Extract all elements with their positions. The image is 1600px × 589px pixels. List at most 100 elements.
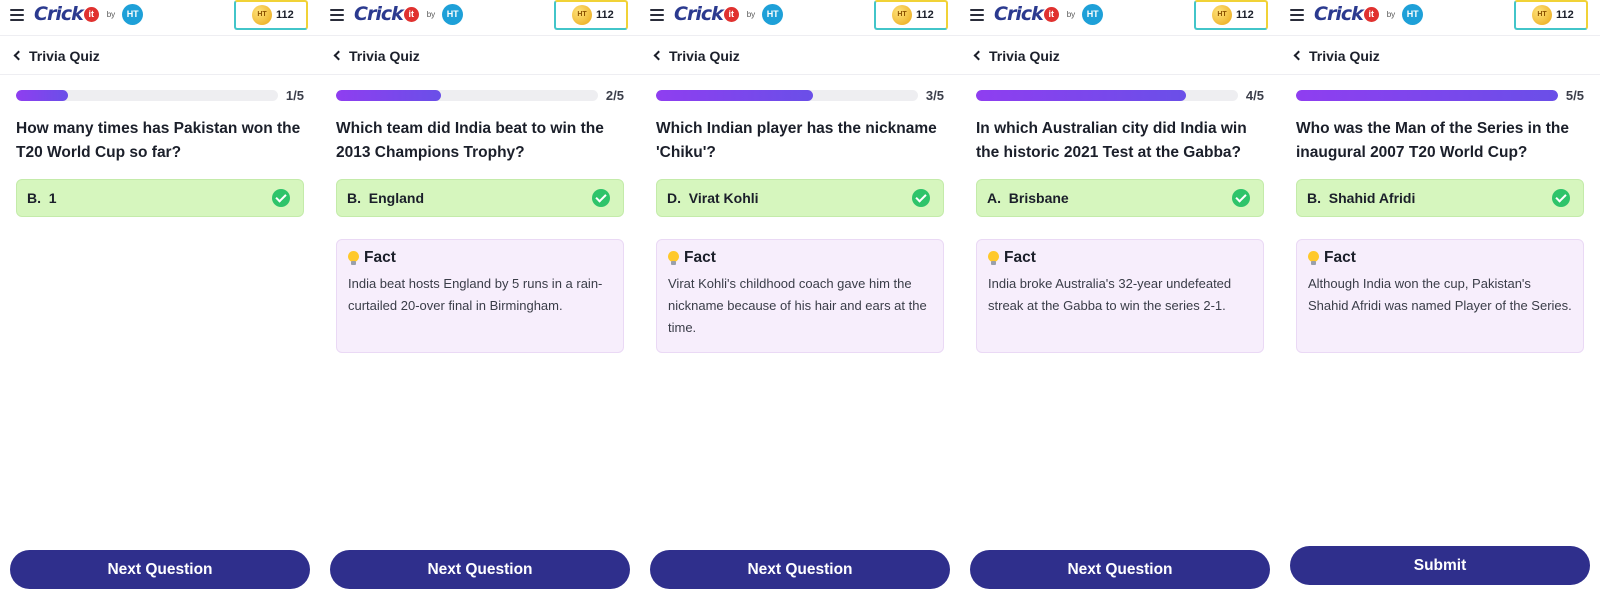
answer-letter: B. xyxy=(27,190,41,206)
primary-action-button[interactable]: Submit xyxy=(1290,546,1590,585)
answer-label: 1 xyxy=(48,190,57,206)
logo-by-label: by xyxy=(1386,9,1396,19)
answer-letter: B. xyxy=(1307,190,1321,206)
answer-text: B. Shahid Afridi xyxy=(1307,190,1415,206)
quiz-progress: 2/5 xyxy=(336,88,624,103)
hamburger-menu-icon[interactable] xyxy=(1290,9,1304,21)
progress-count: 2/5 xyxy=(605,88,624,103)
primary-action-button[interactable]: Next Question xyxy=(330,550,630,589)
answer-letter: D. xyxy=(667,190,681,206)
app-logo[interactable]: Crick it by HT xyxy=(1314,3,1424,25)
coin-icon: HT xyxy=(1212,5,1232,25)
logo-text: Crick xyxy=(354,3,404,25)
check-circle-icon xyxy=(1552,189,1570,207)
primary-action-button[interactable]: Next Question xyxy=(970,550,1270,589)
app-logo[interactable]: Crick it by HT xyxy=(994,3,1104,25)
progress-track xyxy=(336,90,598,101)
selected-answer[interactable]: B. Shahid Afridi xyxy=(1296,179,1584,217)
progress-fill xyxy=(336,90,441,101)
lightbulb-icon xyxy=(988,251,999,265)
answer-text: B. 1 xyxy=(27,190,57,206)
back-chevron-icon[interactable] xyxy=(333,50,344,61)
page-header: Trivia Quiz xyxy=(640,37,960,75)
selected-answer[interactable]: B. England xyxy=(336,179,624,217)
answer-label: Virat Kohli xyxy=(688,190,759,206)
ht-logo-icon: HT xyxy=(1402,3,1424,25)
ht-logo-icon: HT xyxy=(122,3,144,25)
quiz-progress: 5/5 xyxy=(1296,88,1584,103)
progress-track xyxy=(976,90,1238,101)
selected-answer[interactable]: D. Virat Kohli xyxy=(656,179,944,217)
answer-label: Brisbane xyxy=(1008,190,1069,206)
quiz-progress: 3/5 xyxy=(656,88,944,103)
fact-text: Although India won the cup, Pakistan's S… xyxy=(1308,276,1572,313)
quiz-progress: 1/5 xyxy=(16,88,304,103)
page-header: Trivia Quiz xyxy=(960,37,1280,75)
top-app-bar: Crick it by HT HT 112 xyxy=(1280,0,1600,36)
question-text: In which Australian city did India win t… xyxy=(976,120,1247,161)
progress-count: 3/5 xyxy=(925,88,944,103)
fact-card: Fact Although India won the cup, Pakista… xyxy=(1296,239,1584,353)
logo-mark-icon: it xyxy=(723,6,739,22)
coin-balance[interactable]: HT 112 xyxy=(874,0,948,30)
check-circle-icon xyxy=(912,189,930,207)
app-logo[interactable]: Crick it by HT xyxy=(354,3,464,25)
quiz-progress: 4/5 xyxy=(976,88,1264,103)
app-logo[interactable]: Crick it by HT xyxy=(34,3,144,25)
primary-action-button[interactable]: Next Question xyxy=(10,550,310,589)
primary-action-button[interactable]: Next Question xyxy=(650,550,950,589)
logo-text: Crick xyxy=(34,3,84,25)
fact-card: Fact India beat hosts England by 5 runs … xyxy=(336,239,624,353)
fact-title: Fact xyxy=(1324,249,1356,266)
hamburger-menu-icon[interactable] xyxy=(10,9,24,21)
selected-answer[interactable]: A. Brisbane xyxy=(976,179,1264,217)
coin-balance[interactable]: HT 112 xyxy=(1514,0,1588,30)
coin-balance[interactable]: HT 112 xyxy=(554,0,628,30)
top-app-bar: Crick it by HT HT 112 xyxy=(0,0,320,36)
progress-count: 5/5 xyxy=(1565,88,1584,103)
progress-fill xyxy=(976,90,1186,101)
ht-logo-icon: HT xyxy=(442,3,464,25)
back-chevron-icon[interactable] xyxy=(653,50,664,61)
page-title: Trivia Quiz xyxy=(29,47,100,64)
fact-text: India broke Australia's 32-year undefeat… xyxy=(988,276,1232,313)
check-circle-icon xyxy=(272,189,290,207)
answer-text: B. England xyxy=(347,190,424,206)
fact-title: Fact xyxy=(364,249,396,266)
hamburger-menu-icon[interactable] xyxy=(970,9,984,21)
back-chevron-icon[interactable] xyxy=(973,50,984,61)
answer-label: England xyxy=(368,190,425,206)
logo-text: Crick xyxy=(674,3,724,25)
progress-fill xyxy=(656,90,814,101)
quiz-screen: Crick it by HT HT 112 Trivia Quiz 5/5 Wh… xyxy=(1280,0,1600,589)
screenshot-strip: Crick it by HT HT 112 Trivia Quiz 1/5 Ho… xyxy=(0,0,1600,589)
coin-count: 112 xyxy=(276,9,294,21)
coin-balance[interactable]: HT 112 xyxy=(234,0,308,30)
coin-balance[interactable]: HT 112 xyxy=(1194,0,1268,30)
coin-icon: HT xyxy=(892,5,912,25)
page-title: Trivia Quiz xyxy=(349,47,420,64)
coin-count: 112 xyxy=(1236,9,1254,21)
answer-letter: B. xyxy=(347,190,361,206)
selected-answer[interactable]: B. 1 xyxy=(16,179,304,217)
hamburger-menu-icon[interactable] xyxy=(330,9,344,21)
logo-by-label: by xyxy=(106,9,116,19)
question-text: How many times has Pakistan won the T20 … xyxy=(16,120,301,161)
quiz-screen: Crick it by HT HT 112 Trivia Quiz 4/5 In… xyxy=(960,0,1280,589)
top-app-bar: Crick it by HT HT 112 xyxy=(960,0,1280,36)
question-text: Which team did India beat to win the 201… xyxy=(336,120,604,161)
app-logo[interactable]: Crick it by HT xyxy=(674,3,784,25)
fact-heading: Fact xyxy=(988,249,1252,267)
answer-label: Shahid Afridi xyxy=(1328,190,1416,206)
page-header: Trivia Quiz xyxy=(1280,37,1600,75)
fact-heading: Fact xyxy=(668,249,932,267)
logo-mark-icon: it xyxy=(1363,6,1379,22)
progress-fill xyxy=(16,90,69,101)
back-chevron-icon[interactable] xyxy=(1293,50,1304,61)
page-title: Trivia Quiz xyxy=(1309,47,1380,64)
ht-logo-icon: HT xyxy=(762,3,784,25)
back-chevron-icon[interactable] xyxy=(13,50,24,61)
question-text: Which Indian player has the nickname 'Ch… xyxy=(656,120,937,161)
hamburger-menu-icon[interactable] xyxy=(650,9,664,21)
coin-icon: HT xyxy=(252,5,272,25)
